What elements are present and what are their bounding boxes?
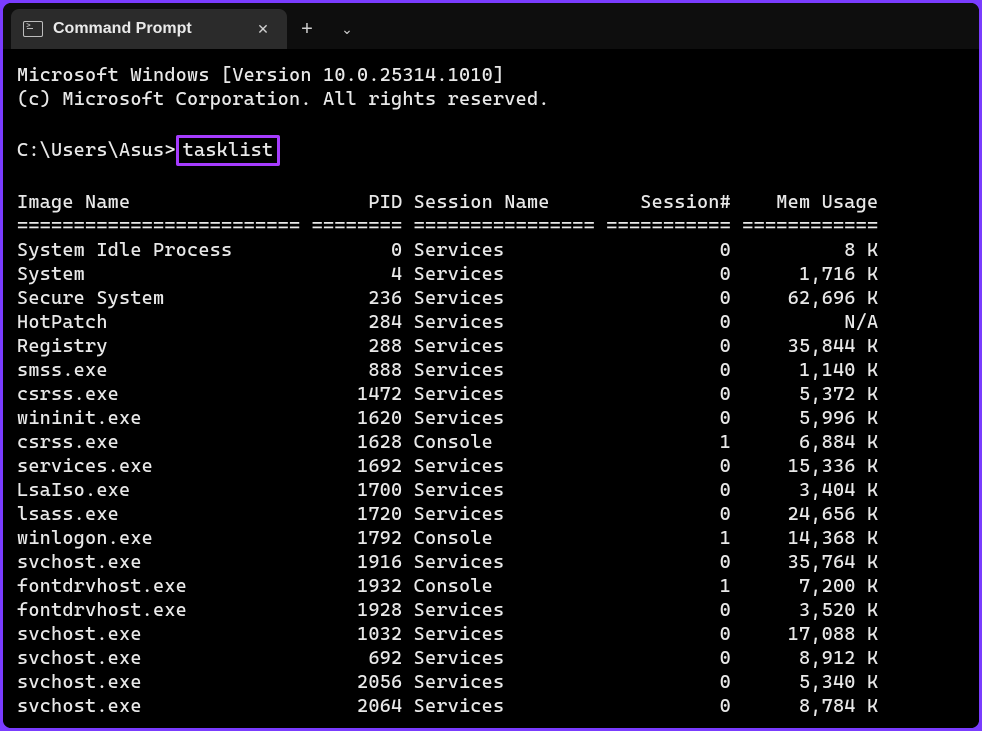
tab-command-prompt[interactable]: Command Prompt ✕ (11, 9, 287, 49)
window: Command Prompt ✕ + ⌄ Microsoft Windows [… (3, 3, 979, 728)
table-row: System 4 Services 0 1,716 K (17, 263, 878, 285)
tab-dropdown-button[interactable]: ⌄ (327, 9, 367, 49)
prompt-command: tasklist (176, 135, 281, 166)
table-row: Secure System 236 Services 0 62,696 K (17, 287, 878, 309)
table-row: services.exe 1692 Services 0 15,336 K (17, 455, 878, 477)
table-row: fontdrvhost.exe 1928 Services 0 3,520 K (17, 599, 878, 621)
table-row: svchost.exe 2064 Services 0 8,784 K (17, 695, 878, 717)
table-row: wininit.exe 1620 Services 0 5,996 K (17, 407, 878, 429)
table-row: svchost.exe 692 Services 0 8,912 K (17, 647, 878, 669)
table-row: svchost.exe 1032 Services 0 17,088 K (17, 623, 878, 645)
table-row: lsass.exe 1720 Services 0 24,656 K (17, 503, 878, 525)
table-separator: ========================= ======== =====… (17, 215, 878, 237)
terminal-output[interactable]: Microsoft Windows [Version 10.0.25314.10… (3, 49, 979, 728)
table-row: System Idle Process 0 Services 0 8 K (17, 239, 878, 261)
prompt-path: C:\Users\Asus> (17, 139, 176, 161)
table-row: fontdrvhost.exe 1932 Console 1 7,200 K (17, 575, 878, 597)
table-header: Image Name PID Session Name Session# Mem… (17, 191, 878, 213)
header-line-1: Microsoft Windows [Version 10.0.25314.10… (17, 64, 504, 86)
tab-title: Command Prompt (53, 20, 253, 38)
table-row: winlogon.exe 1792 Console 1 14,368 K (17, 527, 878, 549)
tab-close-button[interactable]: ✕ (253, 21, 273, 38)
table-row: svchost.exe 2056 Services 0 5,340 K (17, 671, 878, 693)
table-row: HotPatch 284 Services 0 N/A (17, 311, 878, 333)
terminal-icon (23, 21, 43, 37)
table-row: svchost.exe 1916 Services 0 35,764 K (17, 551, 878, 573)
table-row: LsaIso.exe 1700 Services 0 3,404 K (17, 479, 878, 501)
header-line-2: (c) Microsoft Corporation. All rights re… (17, 88, 550, 110)
new-tab-button[interactable]: + (287, 9, 327, 49)
table-body: System Idle Process 0 Services 0 8 K Sys… (17, 238, 969, 718)
titlebar: Command Prompt ✕ + ⌄ (3, 3, 979, 49)
table-row: smss.exe 888 Services 0 1,140 K (17, 359, 878, 381)
table-row: csrss.exe 1628 Console 1 6,884 K (17, 431, 878, 453)
table-row: csrss.exe 1472 Services 0 5,372 K (17, 383, 878, 405)
table-row: Registry 288 Services 0 35,844 K (17, 335, 878, 357)
